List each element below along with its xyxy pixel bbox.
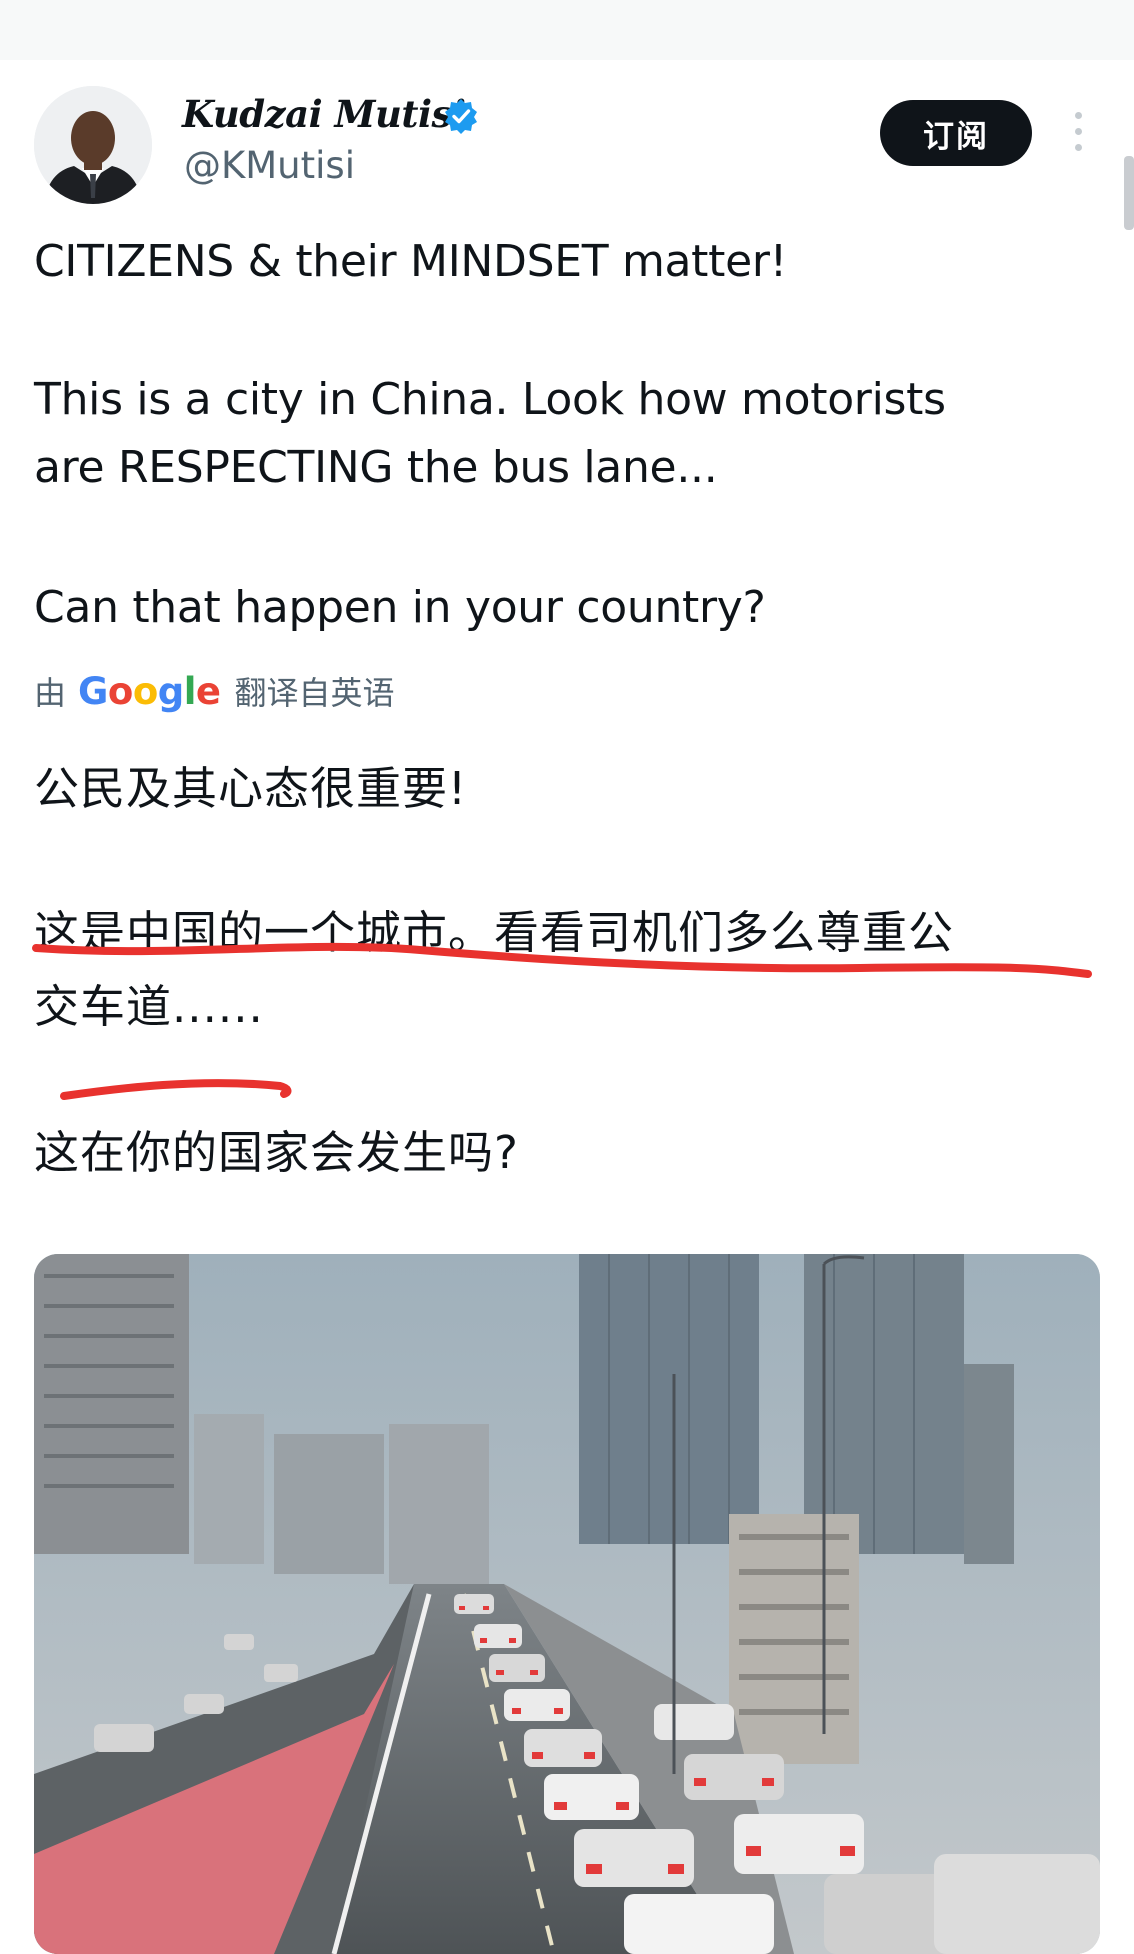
tweet-media-photo[interactable] xyxy=(34,1254,1100,1954)
top-strip xyxy=(0,0,1134,60)
verified-badge-icon xyxy=(445,99,477,134)
translated-by-suffix: 翻译自英语 xyxy=(234,674,395,712)
translation-line: 公民及其心态很重要! xyxy=(34,762,468,815)
tweet-text-line: CITIZENS & their MINDSET matter! xyxy=(34,236,787,287)
subscribe-button[interactable]: 订阅 xyxy=(880,100,1032,166)
tweet-text-line: are RESPECTING the bus lane... xyxy=(34,442,718,493)
translated-by-prefix: 由 xyxy=(34,674,67,712)
translation-line: 交车道...... xyxy=(34,980,264,1033)
google-logo: Google xyxy=(78,670,221,713)
translation-line: 这是中国的一个城市。看看司机们多么尊重公 xyxy=(34,906,955,959)
author-avatar[interactable] xyxy=(34,86,152,204)
tweet-text-line: This is a city in China. Look how motori… xyxy=(34,374,946,425)
translation-line: 这在你的国家会发生吗? xyxy=(34,1126,519,1179)
author-name[interactable]: Kudzai Mutisi xyxy=(182,92,466,136)
tweet-text-line: Can that happen in your country? xyxy=(34,582,766,633)
translated-by-google[interactable]: 由 Google 翻译自英语 xyxy=(34,668,395,714)
scrollbar[interactable] xyxy=(1124,156,1134,230)
author-handle[interactable]: @KMutisi xyxy=(184,144,355,187)
more-vertical-icon[interactable] xyxy=(1068,112,1088,158)
